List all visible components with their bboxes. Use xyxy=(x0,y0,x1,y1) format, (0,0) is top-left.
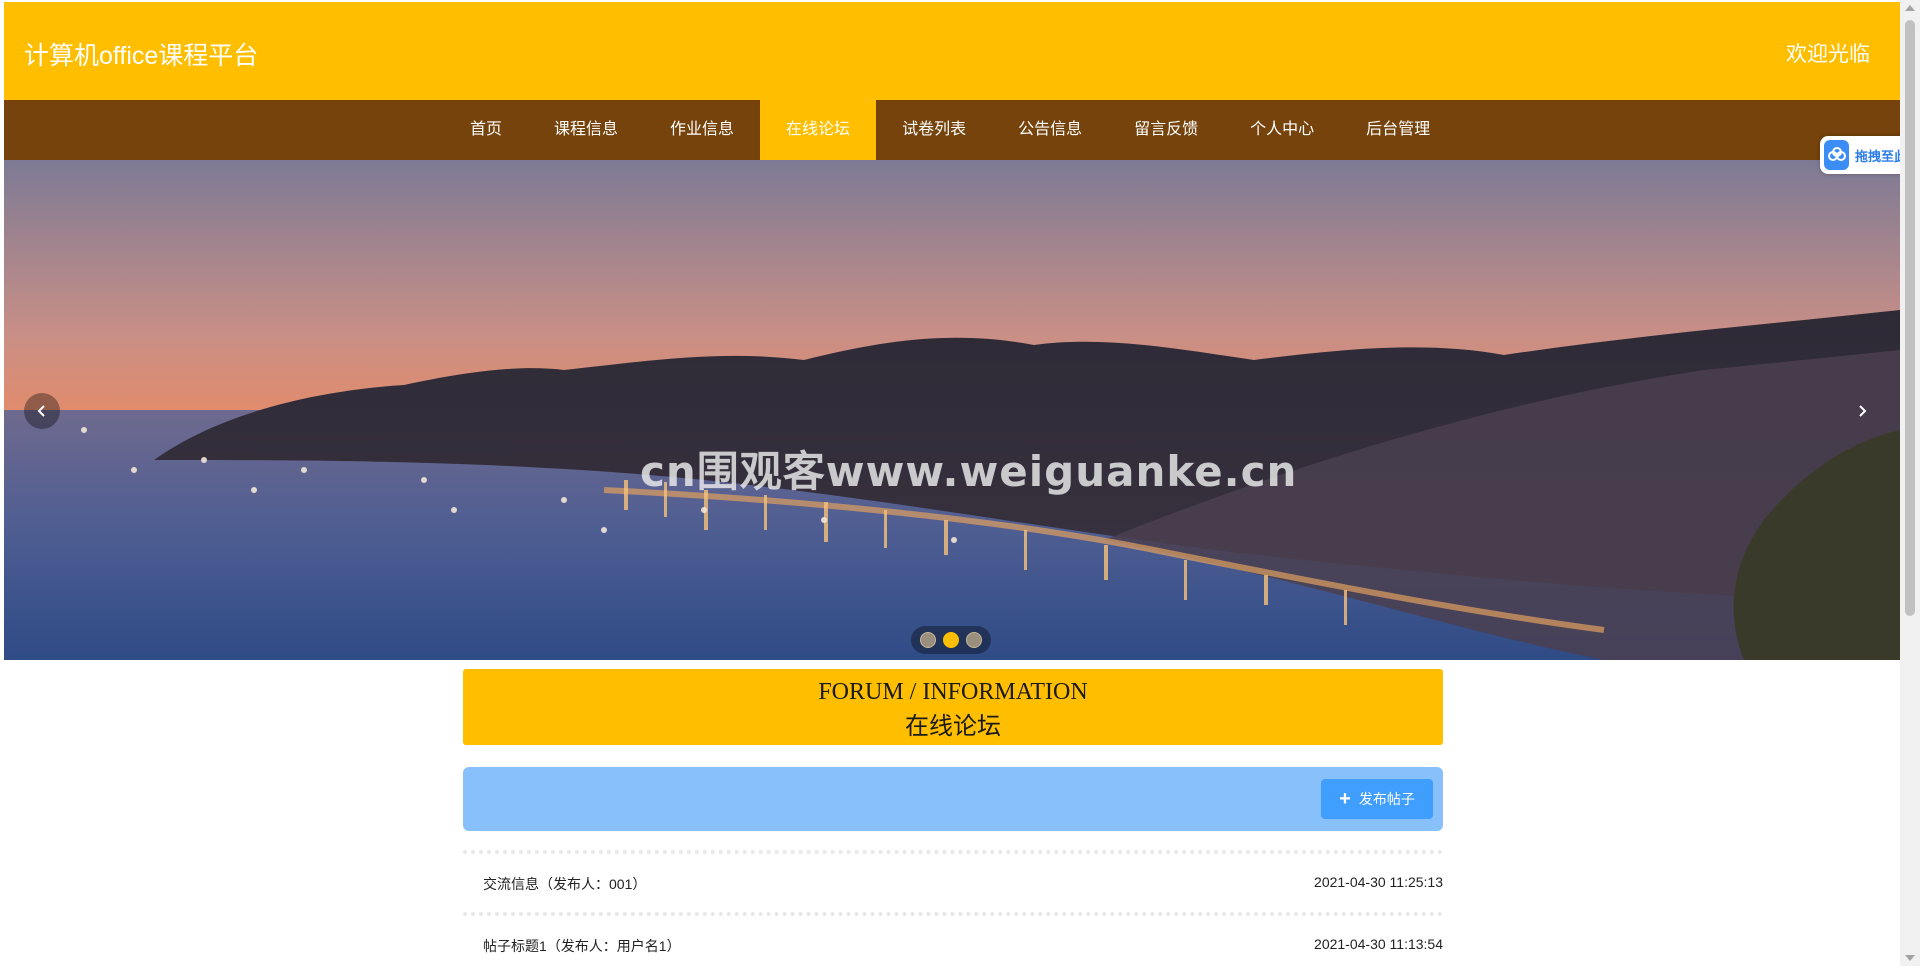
post-time: 2021-04-30 11:25:13 xyxy=(1314,874,1443,890)
carousel-dot[interactable] xyxy=(943,632,959,648)
post-time: 2021-04-30 11:13:54 xyxy=(1314,936,1443,952)
post-list: 交流信息（发布人：001） 2021-04-30 11:25:13 帖子标题1（发布… xyxy=(463,850,1443,974)
page-scrollbar[interactable] xyxy=(1900,0,1920,966)
nav-item[interactable]: 首页 xyxy=(444,100,528,160)
post-title[interactable]: 帖子标题1（发布人：用户名1） xyxy=(483,936,681,956)
chevron-right-icon xyxy=(1859,405,1867,417)
banner-image xyxy=(4,160,1900,660)
nav-item[interactable]: 作业信息 xyxy=(644,100,760,160)
site-header: 计算机office课程平台 欢迎光临 xyxy=(4,2,1900,100)
section-header: FORUM / INFORMATION 在线论坛 xyxy=(463,669,1443,745)
carousel-indicators xyxy=(911,626,991,654)
plus-icon: + xyxy=(1339,788,1351,810)
nav-item[interactable]: 试卷列表 xyxy=(876,100,992,160)
nav-item[interactable]: 个人中心 xyxy=(1224,100,1340,160)
post-title[interactable]: 交流信息（发布人：001） xyxy=(483,874,646,894)
site-title[interactable]: 计算机office课程平台 xyxy=(24,36,258,72)
forum-toolbar: + 发布帖子 xyxy=(463,767,1443,831)
nav-item[interactable]: 后台管理 xyxy=(1340,100,1456,160)
welcome-text: 欢迎光临 xyxy=(1786,43,1870,66)
banner-carousel: cn围观客www.weiguanke.cn xyxy=(4,160,1900,660)
watermark: cn围观客www.weiguanke.cn xyxy=(640,447,1298,496)
carousel-prev-button[interactable] xyxy=(24,393,60,429)
carousel-dot[interactable] xyxy=(920,632,936,648)
nav-item[interactable]: 在线论坛 xyxy=(760,100,877,160)
publish-post-label: 发布帖子 xyxy=(1358,791,1415,807)
nav-item[interactable]: 留言反馈 xyxy=(1108,100,1224,160)
post-row[interactable]: 帖子标题1（发布人：用户名1） 2021-04-30 11:13:54 xyxy=(463,912,1443,974)
post-row[interactable]: 交流信息（发布人：001） 2021-04-30 11:25:13 xyxy=(463,850,1443,912)
main-nav: 首页 课程信息 作业信息 在线论坛 试卷列表 公告信息 留言反馈 个人中心 后台管理 xyxy=(4,100,1900,160)
carousel-dot[interactable] xyxy=(966,632,982,648)
section-title-en: FORUM / INFORMATION xyxy=(818,679,1088,705)
carousel-next-button[interactable] xyxy=(1844,393,1880,429)
scroll-up-arrow-icon[interactable] xyxy=(1905,5,1915,11)
nav-menu: 首页 课程信息 作业信息 在线论坛 试卷列表 公告信息 留言反馈 个人中心 后台管理 xyxy=(444,100,1456,160)
cloud-upload-icon xyxy=(1824,140,1849,170)
nav-item[interactable]: 课程信息 xyxy=(528,100,644,160)
scroll-thumb[interactable] xyxy=(1905,20,1915,616)
section-title-cn: 在线论坛 xyxy=(905,714,1001,740)
nav-item[interactable]: 公告信息 xyxy=(992,100,1108,160)
chevron-left-icon xyxy=(37,405,45,417)
scroll-down-arrow-icon[interactable] xyxy=(1905,955,1915,961)
page: 计算机office课程平台 欢迎光临 首页 课程信息 作业信息 在线论坛 试卷列表 公告信… xyxy=(4,0,1900,966)
publish-post-button[interactable]: + 发布帖子 xyxy=(1321,779,1433,819)
